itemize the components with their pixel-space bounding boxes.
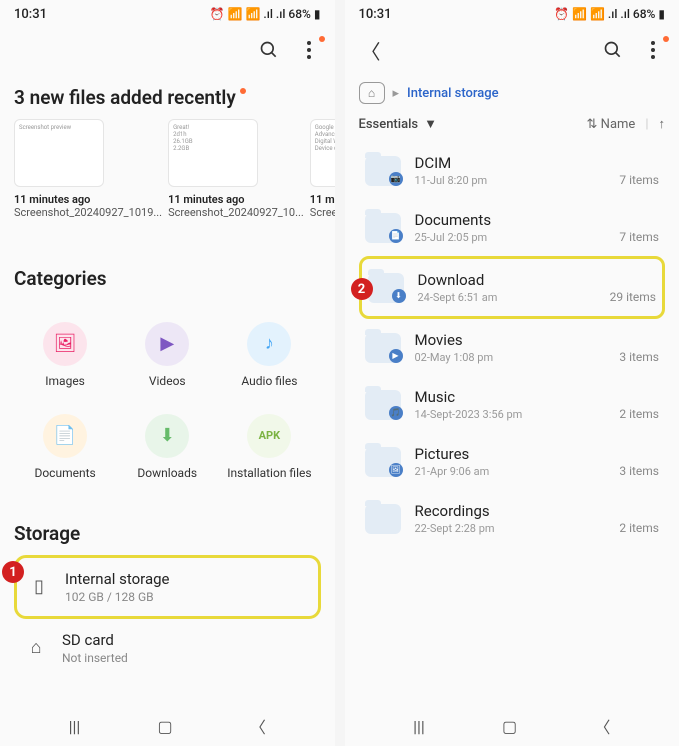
category-audio[interactable]: ♪Audio files (218, 312, 320, 398)
nav-back[interactable]: 〈 (250, 714, 266, 738)
recent-card[interactable]: GoogleAdvanced featuresDigital Wellbeing… (310, 119, 335, 235)
folder-icon (365, 504, 401, 534)
nav-recents[interactable]: ||| (69, 717, 81, 736)
storage-internal[interactable]: ▯ Internal storage 102 GB / 128 GB (14, 555, 321, 619)
recent-card[interactable]: Screenshot preview 11 minutes ago Screen… (14, 119, 162, 235)
folder-music[interactable]: 🎵 Music14-Sept-2023 3:56 pm 2 items (359, 376, 666, 433)
categories-grid: 🖼Images ▶Videos ♪Audio files 📄Documents … (14, 312, 321, 490)
nav-home[interactable]: ▢ (502, 717, 517, 736)
search-icon[interactable] (601, 38, 625, 62)
category-apk[interactable]: APKInstallation files (218, 404, 320, 490)
breadcrumb[interactable]: ⌂ ▸ Internal storage (345, 72, 679, 108)
nav-bar: ||| ▢ 〈 (0, 706, 335, 746)
callout-2: 2 (351, 278, 373, 300)
topbar (0, 28, 335, 72)
category-documents[interactable]: 📄Documents (14, 404, 116, 490)
status-bar: 10:31 ⏰ 📶 📶 .ıl .ıl 68% ▮ (345, 0, 679, 28)
filter-row: Essentials ▼ ⇅ Name | ↑ (345, 108, 679, 142)
status-bar: 10:31 ⏰ 📶 📶 .ıl .ıl 68% ▮ (0, 0, 335, 28)
nav-home[interactable]: ▢ (158, 717, 173, 736)
category-downloads[interactable]: ⬇Downloads (116, 404, 218, 490)
nav-bar: ||| ▢ 〈 (345, 706, 679, 746)
folder-icon: ⬇ (368, 273, 404, 303)
folder-list: 📷 DCIM11-Jul 8:20 pm 7 items 📄 Documents… (345, 142, 679, 547)
folder-icon: 📷 (365, 156, 401, 186)
nav-recents[interactable]: ||| (413, 717, 425, 736)
status-icons: ⏰ 📶 📶 .ıl .ıl 68% ▮ (554, 7, 665, 21)
sort-direction[interactable]: ↑ (659, 116, 666, 132)
status-time: 10:31 (359, 7, 392, 22)
callout-1: 1 (2, 561, 24, 583)
folder-download[interactable]: ⬇ Download24-Sept 6:51 am 29 items (359, 256, 666, 319)
category-images[interactable]: 🖼Images (14, 312, 116, 398)
topbar: 〈 (345, 28, 679, 72)
folder-recordings[interactable]: Recordings22-Sept 2:28 pm 2 items (359, 490, 666, 547)
recent-card[interactable]: Great!2d1h26.1GB2.2GB 11 minutes ago Scr… (168, 119, 304, 235)
storage-title: Storage (14, 522, 80, 545)
search-icon[interactable] (257, 38, 281, 62)
filter-dropdown[interactable]: Essentials ▼ (359, 116, 437, 132)
folder-icon: 📄 (365, 213, 401, 243)
folder-movies[interactable]: ▶ Movies02-May 1:08 pm 3 items (359, 319, 666, 376)
more-icon[interactable] (641, 38, 665, 62)
chevron-right-icon: ▸ (393, 86, 400, 101)
left-screen: 10:31 ⏰ 📶 📶 .ıl .ıl 68% ▮ 3 new files ad… (0, 0, 335, 746)
folder-icon: 🎵 (365, 390, 401, 420)
storage-sdcard[interactable]: ⌂ SD card Not inserted (14, 619, 321, 677)
right-screen: 10:31 ⏰ 📶 📶 .ıl .ıl 68% ▮ 〈 ⌂ ▸ Internal… (345, 0, 679, 746)
category-videos[interactable]: ▶Videos (116, 312, 218, 398)
phone-icon: ▯ (27, 576, 51, 597)
folder-icon: ▶ (365, 333, 401, 363)
folder-icon: 🖼 (365, 447, 401, 477)
more-icon[interactable] (297, 38, 321, 62)
folder-dcim[interactable]: 📷 DCIM11-Jul 8:20 pm 7 items (359, 142, 666, 199)
breadcrumb-current[interactable]: Internal storage (407, 86, 499, 101)
folder-pictures[interactable]: 🖼 Pictures21-Apr 9:06 am 3 items (359, 433, 666, 490)
recent-files-row[interactable]: Screenshot preview 11 minutes ago Screen… (14, 119, 321, 235)
recent-files-title: 3 new files added recently (14, 86, 236, 109)
back-icon[interactable]: 〈 (359, 38, 383, 62)
sort-button[interactable]: ⇅ Name (587, 117, 636, 132)
status-time: 10:31 (14, 7, 47, 22)
chevron-down-icon: ▼ (424, 116, 437, 132)
nav-back[interactable]: 〈 (594, 714, 610, 738)
categories-title: Categories (14, 267, 107, 290)
status-icons: ⏰ 📶 📶 .ıl .ıl 68% ▮ (210, 7, 321, 21)
sdcard-icon: ⌂ (24, 637, 48, 658)
home-icon[interactable]: ⌂ (359, 82, 385, 104)
folder-documents[interactable]: 📄 Documents25-Jul 2:05 pm 7 items (359, 199, 666, 256)
